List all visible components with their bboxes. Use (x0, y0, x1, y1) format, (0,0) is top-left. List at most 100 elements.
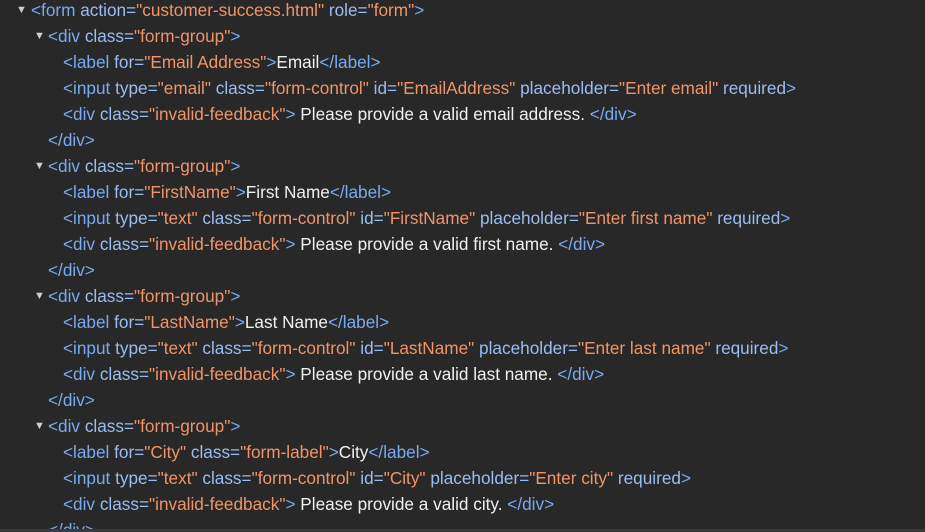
dom-node-line[interactable]: </div> (0, 387, 925, 413)
attr-eq: = (373, 208, 384, 228)
attr-name: class (202, 338, 242, 358)
attr-eq: = (147, 338, 158, 358)
attr-eq: = (147, 208, 158, 228)
attr-value: invalid-feedback (155, 494, 280, 514)
dom-node-line[interactable]: ▼ <div class="form-group"> (0, 413, 925, 439)
expand-triangle-icon[interactable]: ▼ (34, 23, 45, 49)
attr-name: id (373, 78, 388, 98)
tag-name: label (73, 442, 110, 462)
tag-punct: > (230, 286, 241, 306)
attr-value: LastName (150, 312, 229, 332)
dom-node-line[interactable]: ▼ <div class="form-group"> (0, 23, 925, 49)
tag-punct: </ (327, 312, 343, 332)
dom-node-line[interactable]: </div> (0, 257, 925, 283)
dom-node-line[interactable]: ▼ <div class="form-group"> (0, 153, 925, 179)
dom-node-line[interactable]: <input type="text" class="form-control" … (0, 465, 925, 491)
dom-node-line[interactable]: <label for="City" class="form-label">Cit… (0, 439, 925, 465)
attr-name: class (215, 78, 255, 98)
attr-eq: = (230, 442, 241, 462)
dom-node-line[interactable]: <div class="invalid-feedback"> Please pr… (0, 101, 925, 127)
tag-name: div (62, 390, 85, 410)
dom-node-line[interactable]: <input type="text" class="form-control" … (0, 335, 925, 361)
attr-eq: = (519, 468, 530, 488)
tag-punct: </ (48, 130, 63, 150)
tag-name: label (383, 442, 420, 462)
expand-triangle-icon[interactable]: ▼ (34, 283, 45, 309)
tag-name: div (73, 104, 96, 124)
attr-eq: = (387, 78, 398, 98)
tag-punct: > (266, 52, 277, 72)
attr-name: class (84, 156, 124, 176)
tag-punct: < (48, 156, 59, 176)
tag-punct: > (84, 260, 95, 280)
attr-eq: = (241, 468, 252, 488)
attr-eq: = (123, 416, 135, 436)
node-markup: <label for="City" class="form-label">Cit… (63, 439, 430, 465)
tag-punct: </ (319, 52, 335, 72)
tag-punct: < (63, 312, 74, 332)
attr-value: Enter email (625, 78, 713, 98)
dom-node-line[interactable]: <div class="invalid-feedback"> Please pr… (0, 231, 925, 257)
tag-punct: < (63, 208, 74, 228)
tag-punct: </ (48, 260, 63, 280)
tag-punct: </ (589, 104, 605, 124)
node-markup: <input type="email" class="form-control"… (63, 75, 796, 101)
attr-name: for (114, 442, 135, 462)
dom-node-line[interactable]: <input type="text" class="form-control" … (0, 205, 925, 231)
expand-triangle-icon[interactable]: ▼ (34, 413, 45, 439)
attr-eq: = (254, 78, 265, 98)
attr-name: required (715, 338, 779, 358)
tag-name: label (334, 52, 371, 72)
expand-triangle-icon[interactable]: ▼ (16, 0, 27, 23)
attr-name: for (114, 52, 135, 72)
dom-node-line[interactable]: <input type="email" class="form-control"… (0, 75, 925, 101)
tag-punct: </ (558, 234, 574, 254)
tag-punct: > (380, 182, 392, 202)
attr-value: City (150, 442, 180, 462)
tag-punct: > (328, 442, 339, 462)
attr-value: invalid-feedback (155, 104, 280, 124)
attr-eq: = (567, 338, 578, 358)
node-markup: <label for="Email Address">Email</label> (63, 49, 381, 75)
attr-eq: = (147, 468, 158, 488)
dom-node-line[interactable]: <label for="LastName">Last Name</label> (0, 309, 925, 335)
tag-punct: > (786, 78, 797, 98)
dom-node-line[interactable]: ▼ <div class="form-group"> (0, 283, 925, 309)
node-text: Please provide a valid first name. (295, 234, 559, 254)
tag-punct: > (235, 182, 246, 202)
tag-punct: > (778, 338, 789, 358)
node-text: First Name (245, 182, 330, 202)
tag-punct: > (680, 468, 691, 488)
tag-name: div (58, 156, 81, 176)
attr-eq: = (568, 208, 579, 228)
node-text: Email (276, 52, 320, 72)
dom-node-line[interactable]: </div> (0, 127, 925, 153)
tag-punct: < (63, 78, 74, 98)
tag-name: input (73, 338, 111, 358)
dom-node-line[interactable]: ▼ <form action="customer-success.html" ro… (0, 0, 925, 23)
node-text: Please provide a valid city. (295, 494, 508, 514)
dom-node-line[interactable]: <label for="FirstName">First Name</label… (0, 179, 925, 205)
attr-value: form-group (140, 26, 225, 46)
attr-value: Enter last name (584, 338, 705, 358)
tag-punct: > (595, 234, 606, 254)
attr-value: invalid-feedback (155, 364, 280, 384)
attr-name: id (360, 468, 374, 488)
attr-name: placeholder (479, 208, 569, 228)
tag-punct: > (84, 130, 95, 150)
attr-name: required (617, 468, 681, 488)
attr-name: placeholder (479, 338, 568, 358)
node-markup: <input type="text" class="form-control" … (63, 465, 691, 491)
attr-eq: = (138, 364, 150, 384)
dom-node-line[interactable]: <label for="Email Address">Email</label> (0, 49, 925, 75)
tag-punct: > (419, 442, 430, 462)
expand-triangle-icon[interactable]: ▼ (34, 153, 45, 179)
tag-punct: < (63, 338, 74, 358)
attr-value: text (163, 468, 192, 488)
attr-value: Email Address (150, 52, 261, 72)
attr-value: City (389, 468, 420, 488)
dom-node-line[interactable]: <div class="invalid-feedback"> Please pr… (0, 491, 925, 517)
dom-node-line[interactable]: <div class="invalid-feedback"> Please pr… (0, 361, 925, 387)
tag-punct: < (31, 0, 42, 20)
attr-name: class (84, 26, 124, 46)
